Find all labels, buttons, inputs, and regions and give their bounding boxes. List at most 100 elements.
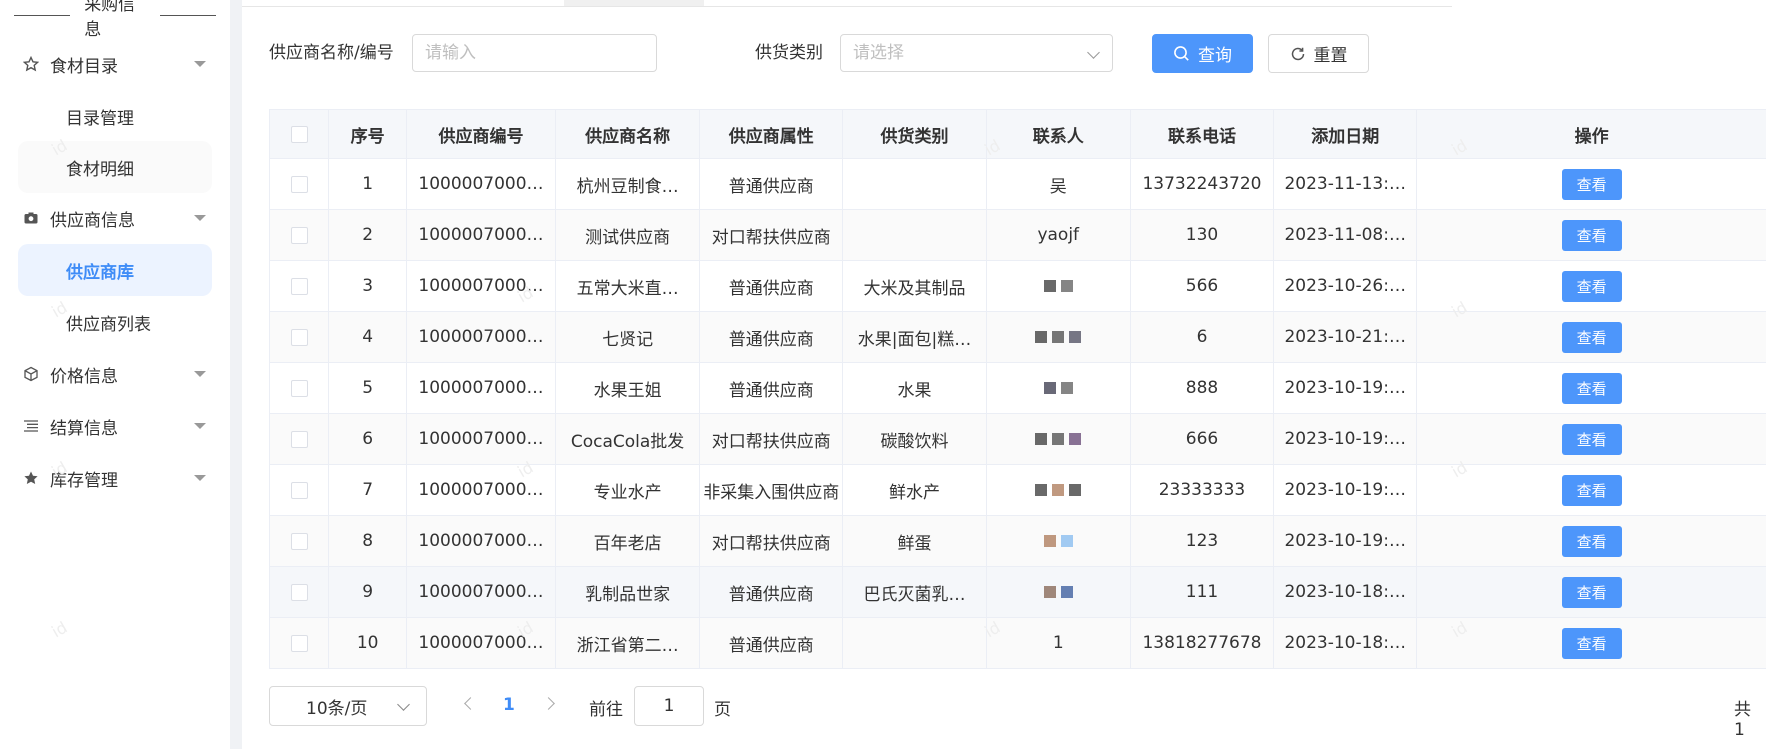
sidebar-item-catalog-management[interactable]: 目录管理 <box>18 90 212 142</box>
sidebar-item-supplier-info[interactable]: 供应商信息 <box>18 192 212 244</box>
contact-phone: 13818277678 <box>1131 618 1275 668</box>
sidebar-item-inventory[interactable]: 库存管理 <box>18 452 212 504</box>
added-date: 2023-10-19:… <box>1274 465 1418 515</box>
row-checkbox[interactable] <box>290 583 308 601</box>
action-cell: 查看 <box>1417 516 1766 566</box>
row-checkbox[interactable] <box>290 379 308 397</box>
star-outline-icon <box>22 55 40 73</box>
contact-phone: 888 <box>1131 363 1275 413</box>
row-select-cell <box>269 159 330 209</box>
supplier-attribute: 普通供应商 <box>700 618 844 668</box>
reset-button[interactable]: 重置 <box>1268 34 1369 73</box>
supplier-name: 水果王姐 <box>556 363 701 413</box>
view-button[interactable]: 查看 <box>1561 270 1622 302</box>
sidebar-item-supplier-list[interactable]: 供应商列表 <box>18 296 212 348</box>
supplier-attribute: 对口帮扶供应商 <box>700 516 844 566</box>
row-checkbox[interactable] <box>290 430 308 448</box>
column-header: 联系电话 <box>1131 110 1275 158</box>
row-select-cell <box>269 363 330 413</box>
contact-phone: 111 <box>1131 567 1275 617</box>
action-cell: 查看 <box>1417 567 1766 617</box>
supplier-attribute: 对口帮扶供应商 <box>700 414 844 464</box>
prev-page-icon[interactable] <box>464 697 477 710</box>
supplier-name: 七贤记 <box>556 312 701 362</box>
category-select[interactable]: 请选择 <box>840 34 1113 72</box>
added-date: 2023-10-19:… <box>1274 414 1418 464</box>
view-button[interactable]: 查看 <box>1561 474 1622 506</box>
row-select-cell <box>269 567 330 617</box>
page-size-select[interactable]: 10条/页 <box>269 686 427 726</box>
row-checkbox[interactable] <box>290 328 308 346</box>
contact-person: 吴 <box>987 159 1131 209</box>
table-row: 4 1000007000… 七贤记 普通供应商 水果|面包|糕… 6 2023-10-21:… <box>269 312 1766 363</box>
select-all-checkbox[interactable] <box>290 125 308 143</box>
next-page-icon[interactable] <box>542 697 555 710</box>
supplier-name: CocaCola批发 <box>556 414 701 464</box>
table-row: 7 1000007000… 专业水产 非采集入围供应商 鲜水产 23333333 2023-… <box>269 465 1766 516</box>
row-checkbox[interactable] <box>290 634 308 652</box>
row-number: 8 <box>329 516 407 566</box>
goto-page-input[interactable]: 1 <box>634 686 704 726</box>
supplier-name: 五常大米直… <box>556 261 701 311</box>
row-number: 7 <box>329 465 407 515</box>
supplier-code: 1000007000… <box>407 261 556 311</box>
supplier-name-input[interactable]: 请输入 <box>412 34 657 72</box>
current-page[interactable]: 1 <box>503 695 515 715</box>
contact-phone: 13732243720 <box>1131 159 1275 209</box>
view-button[interactable]: 查看 <box>1561 576 1622 608</box>
view-button[interactable]: 查看 <box>1561 423 1622 455</box>
row-checkbox[interactable] <box>290 277 308 295</box>
supplier-code: 1000007000… <box>407 210 556 260</box>
list-icon <box>22 417 40 435</box>
sidebar-item-supplier-library[interactable]: 供应商库 <box>18 244 212 296</box>
row-number: 6 <box>329 414 407 464</box>
view-button[interactable]: 查看 <box>1561 525 1622 557</box>
row-select-cell <box>269 465 330 515</box>
cube-icon <box>22 365 40 383</box>
supplier-attribute: 普通供应商 <box>700 159 844 209</box>
sidebar-item-ingredient-catalog[interactable]: 食材目录 <box>18 38 212 90</box>
row-checkbox[interactable] <box>290 226 308 244</box>
row-checkbox[interactable] <box>290 532 308 550</box>
sidebar-item-price-info[interactable]: 价格信息 <box>18 348 212 400</box>
supply-category: 鲜蛋 <box>843 516 987 566</box>
refresh-icon <box>1291 47 1304 60</box>
contact-phone: 566 <box>1131 261 1275 311</box>
tab-active-indicator[interactable] <box>564 0 704 6</box>
row-number: 2 <box>329 210 407 260</box>
view-button[interactable]: 查看 <box>1561 168 1622 200</box>
column-header: 供应商编号 <box>407 110 556 158</box>
added-date: 2023-11-08:… <box>1274 210 1418 260</box>
action-cell: 查看 <box>1417 159 1766 209</box>
supplier-code: 1000007000… <box>407 414 556 464</box>
row-select-cell <box>269 414 330 464</box>
table-row: 3 1000007000… 五常大米直… 普通供应商 大米及其制品 566 2023-10-… <box>269 261 1766 312</box>
view-button[interactable]: 查看 <box>1561 219 1622 251</box>
table-row: 9 1000007000… 乳制品世家 普通供应商 巴氏灭菌乳… 111 2023-10-1… <box>269 567 1766 618</box>
supplier-name-label: 供应商名称/编号 <box>269 43 394 63</box>
contact-phone: 130 <box>1131 210 1275 260</box>
row-checkbox[interactable] <box>290 175 308 193</box>
row-select-cell <box>269 261 330 311</box>
supplier-name: 百年老店 <box>556 516 701 566</box>
view-button[interactable]: 查看 <box>1561 627 1622 659</box>
chevron-down-icon <box>1087 46 1100 59</box>
sidebar-item-settlement-info[interactable]: 结算信息 <box>18 400 212 452</box>
row-checkbox[interactable] <box>290 481 308 499</box>
top-tab-strip <box>242 0 1452 7</box>
sidebar-item-ingredient-detail[interactable]: 食材明细 <box>18 141 212 193</box>
view-button[interactable]: 查看 <box>1561 372 1622 404</box>
action-cell: 查看 <box>1417 414 1766 464</box>
added-date: 2023-11-13:… <box>1274 159 1418 209</box>
row-number: 3 <box>329 261 407 311</box>
select-all-cell <box>269 110 330 158</box>
table-row: 2 1000007000… 测试供应商 对口帮扶供应商 yaojf 130 2023-11-… <box>269 210 1766 261</box>
supply-category <box>843 618 987 668</box>
query-button[interactable]: 查询 <box>1152 34 1253 73</box>
supplier-attribute: 普通供应商 <box>700 312 844 362</box>
category-placeholder: 请选择 <box>853 43 904 63</box>
chevron-down-icon <box>194 475 206 481</box>
view-button[interactable]: 查看 <box>1561 321 1622 353</box>
redacted-contact <box>1035 433 1082 445</box>
row-number: 1 <box>329 159 407 209</box>
